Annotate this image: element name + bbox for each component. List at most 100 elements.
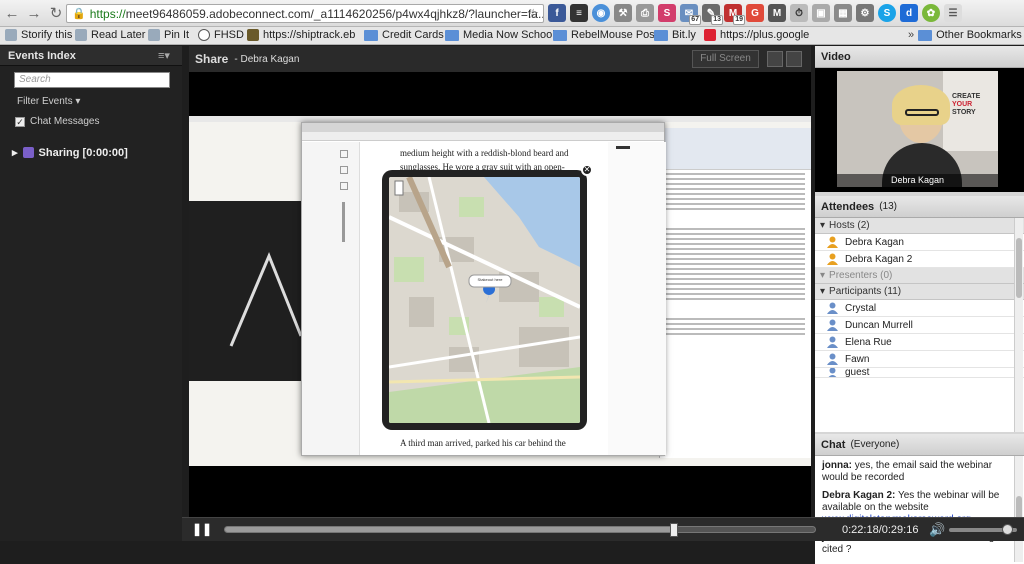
- participants-category[interactable]: ▾ Participants (11): [815, 284, 1024, 300]
- bookmark-plus-google[interactable]: https://plus.google: [704, 29, 809, 41]
- collapse-triangle-icon[interactable]: ▾: [820, 270, 825, 281]
- attendee-scrollbar[interactable]: [1014, 218, 1023, 432]
- layout-split-icon[interactable]: [786, 51, 802, 67]
- share-icon: [22, 147, 34, 158]
- playback-time: 0:22:18/0:29:16: [842, 524, 919, 536]
- screenshot-icon[interactable]: ▣: [812, 4, 830, 22]
- hosts-category[interactable]: ▾ Hosts (2): [815, 218, 1024, 234]
- browser-toolbar: ← → ↻ 🔒 https:// meet96486059.adobeconne…: [0, 0, 1024, 27]
- bookmark-star-icon[interactable]: ☆: [527, 6, 539, 22]
- forward-arrow-icon[interactable]: →: [24, 3, 44, 23]
- full-screen-button[interactable]: Full Screen: [692, 50, 759, 68]
- wrench-icon[interactable]: ⚒: [614, 4, 632, 22]
- page-icon: [75, 29, 87, 41]
- volume-slider[interactable]: [949, 524, 1017, 535]
- bookmark-rebelmouse[interactable]: RebelMouse Post: [553, 29, 658, 41]
- share-header: Share - Debra Kagan Full Screen: [189, 46, 811, 72]
- bookmark-read-later[interactable]: Read Later: [75, 29, 145, 41]
- timeline-progress: [225, 527, 675, 532]
- volume-icon[interactable]: 🔊: [929, 522, 945, 538]
- pause-button[interactable]: ❚❚: [192, 522, 212, 538]
- playback-bar: ❚❚ 0:22:18/0:29:16 🔊: [182, 517, 1024, 541]
- pod-menu-icon[interactable]: ≡▾: [158, 49, 170, 62]
- chat-pod: Chat (Everyone) jonna: yes, the email sai…: [815, 434, 1024, 564]
- attendee-row[interactable]: guest: [815, 368, 1024, 378]
- chat-message: jonna: yes, the email said the webinar w…: [822, 460, 993, 483]
- timer-icon[interactable]: ⏱: [790, 4, 808, 22]
- attendee-list: ▾ Hosts (2) Debra Kagan Debra Kagan 2 ▾ Pr…: [815, 218, 1024, 432]
- browser-tabs: [302, 123, 664, 132]
- d-extension-icon[interactable]: d: [900, 4, 918, 22]
- pocket-icon[interactable]: G: [746, 4, 764, 22]
- gmail-badge-icon[interactable]: M 19: [724, 4, 745, 25]
- mail-badge-icon[interactable]: ✉ 67: [680, 4, 701, 25]
- google-plus-icon: [704, 29, 716, 41]
- bookmark-other[interactable]: » Other Bookmarks: [908, 29, 1022, 41]
- close-icon[interactable]: ✕: [581, 164, 593, 176]
- slide-thumbnail: [189, 201, 301, 381]
- search-input[interactable]: Search: [14, 72, 170, 88]
- timeline-scrubber[interactable]: [224, 523, 816, 537]
- bookmark-media-now-schools[interactable]: Media Now Schools: [445, 29, 560, 41]
- chat-scrollbar[interactable]: [1014, 456, 1023, 562]
- presenters-category[interactable]: ▾ Presenters (0): [815, 268, 1024, 284]
- layout-icon[interactable]: [767, 51, 783, 67]
- s-blue-icon[interactable]: S: [878, 4, 896, 22]
- folder-icon: [553, 29, 567, 41]
- sharing-event-item[interactable]: ▸ Sharing [0:00:00]: [12, 146, 128, 160]
- filter-events-dropdown[interactable]: Filter Events ▾: [17, 96, 80, 107]
- chat-messages-checkbox[interactable]: ✓ Chat Messages: [15, 116, 99, 127]
- globe-icon: [198, 29, 210, 41]
- background-document: [659, 128, 811, 458]
- menu-icon[interactable]: ☰: [944, 4, 962, 22]
- page-icon: [148, 29, 160, 41]
- events-index-panel: Events Index ≡▾ Search Filter Events ▾ ✓…: [0, 46, 182, 541]
- bookmark-bitly[interactable]: Bit.ly: [654, 29, 696, 41]
- browser-address: [302, 132, 664, 141]
- volume-handle[interactable]: [1001, 524, 1013, 535]
- back-arrow-icon[interactable]: ←: [2, 3, 22, 23]
- attendee-row[interactable]: Elena Rue: [815, 334, 1024, 351]
- address-bar[interactable]: 🔒 https:// meet96486059.adobeconnect.com…: [66, 4, 544, 23]
- bookmark-shiptrack[interactable]: https://shiptrack.eb: [247, 29, 355, 41]
- folder-icon: [364, 29, 378, 41]
- bookmark-pin-it[interactable]: Pin It: [148, 29, 189, 41]
- right-column: Video CREATE YOUR STORY Debra Kagan Atte…: [815, 46, 1024, 564]
- globe-icon[interactable]: ◉: [592, 4, 610, 22]
- truck-icon: [247, 29, 259, 41]
- collapse-triangle-icon[interactable]: ▾: [820, 286, 825, 297]
- participant-icon: [827, 302, 838, 314]
- expand-triangle-icon[interactable]: ▸: [12, 146, 18, 159]
- bookmark-fhsd[interactable]: FHSD: [198, 29, 244, 41]
- reload-icon[interactable]: ↻: [46, 3, 66, 23]
- bookmark-credit-cards[interactable]: Credit Cards: [364, 29, 444, 41]
- gear-icon[interactable]: ⚙: [856, 4, 874, 22]
- collapse-triangle-icon[interactable]: ▾: [820, 220, 825, 231]
- chevron-right-icon: »: [908, 29, 915, 41]
- page-icon: [5, 29, 17, 41]
- folder-icon: [918, 29, 933, 41]
- attendee-row[interactable]: Fawn: [815, 351, 1024, 368]
- bookmark-storify[interactable]: Storify this: [5, 29, 72, 41]
- attendee-row[interactable]: Duncan Murrell: [815, 317, 1024, 334]
- map-popup: Stakeout here ✕: [382, 164, 593, 430]
- attendee-row[interactable]: Crystal: [815, 300, 1024, 317]
- attendee-row[interactable]: Debra Kagan 2: [815, 251, 1024, 268]
- checkmark-icon: ✓: [15, 116, 25, 127]
- reader-toolbar: [302, 142, 360, 455]
- map-view[interactable]: Stakeout here: [389, 177, 580, 423]
- notes-badge-icon[interactable]: ✎ 13: [702, 4, 723, 25]
- facebook-icon[interactable]: f: [548, 4, 566, 22]
- participant-icon: [827, 353, 838, 365]
- m-extension-icon[interactable]: M: [768, 4, 786, 22]
- scrubber-handle[interactable]: [670, 523, 679, 537]
- grid-icon[interactable]: ▦: [834, 4, 852, 22]
- attendee-row[interactable]: Debra Kagan: [815, 234, 1024, 251]
- leaf-icon[interactable]: ✿: [922, 4, 940, 22]
- url-scheme: https://: [89, 6, 126, 21]
- participant-icon: [827, 336, 838, 348]
- reader-margin: [608, 142, 666, 455]
- stack-icon[interactable]: ≡: [570, 4, 588, 22]
- print-icon[interactable]: ⎙: [636, 4, 654, 22]
- s-extension-icon[interactable]: S: [658, 4, 676, 22]
